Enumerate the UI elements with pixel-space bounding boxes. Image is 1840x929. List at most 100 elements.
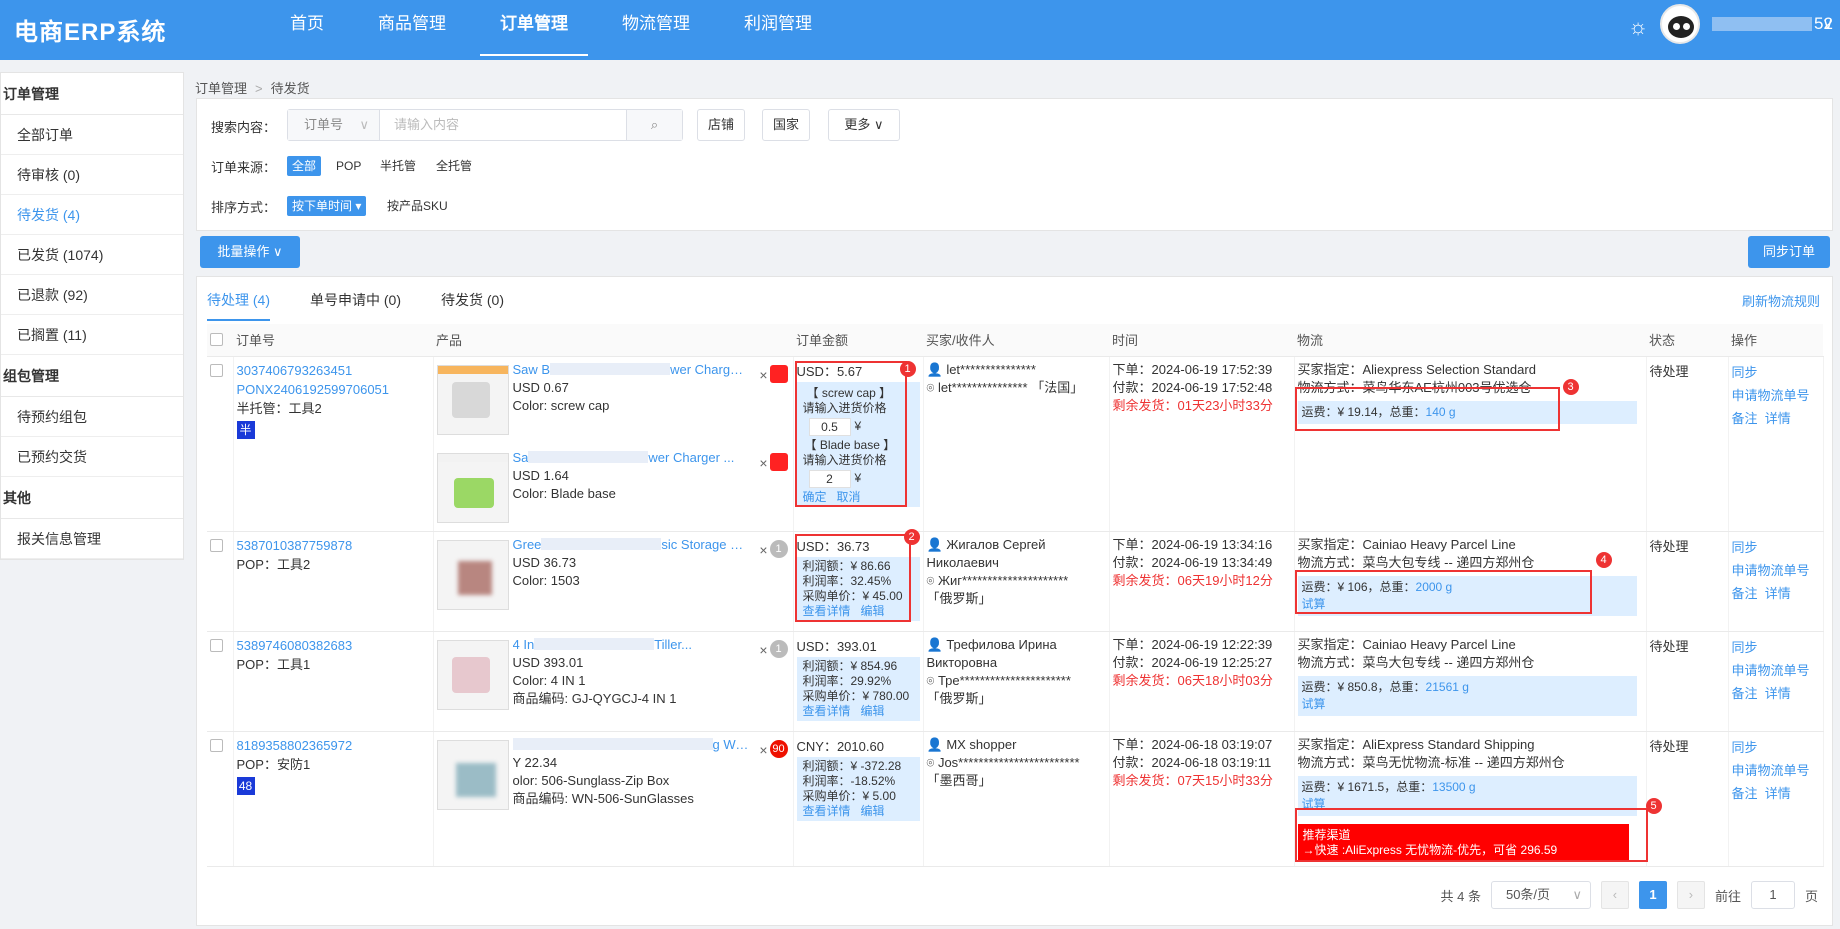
goto-page-input[interactable]: 1 (1750, 881, 1795, 909)
user-name[interactable]: 52 (1712, 14, 1833, 34)
detail-link[interactable]: 详情 (1765, 786, 1791, 801)
note-link[interactable]: 备注 (1732, 786, 1758, 801)
sort-by-time[interactable]: 按下单时间 ▾ (287, 196, 367, 216)
refresh-logistics-rules-link[interactable]: 刷新物流规则 (1742, 291, 1820, 310)
sidebar-item-pending-ship[interactable]: 待发货 (4) (1, 195, 183, 235)
product-attr: Color: 4 IN 1 (512, 672, 586, 688)
profit-box: 利润额：¥ -372.28 利润率：-18.52% 采购单价：¥ 5.00 查看… (796, 756, 920, 821)
order-status: 待处理 (1646, 531, 1729, 632)
edit-link[interactable]: 编辑 (861, 704, 885, 718)
note-link[interactable]: 备注 (1732, 686, 1758, 701)
remaining-ship-time: 剩余发货：01天23小时33分 (1112, 397, 1273, 413)
nav-logistics[interactable]: 物流管理 (602, 0, 710, 56)
tab-applying[interactable]: 单号申请中 (0) (310, 291, 401, 321)
product-title-link[interactable]: Saw Bwer Charger ... (513, 361, 750, 379)
search-field-select[interactable]: 订单号 ∨ (288, 110, 380, 140)
sidebar-item-all-orders[interactable]: 全部订单 (1, 115, 183, 155)
nav-products[interactable]: 商品管理 (358, 0, 466, 56)
row-checkbox[interactable] (210, 638, 223, 652)
source-tag-all[interactable]: 全部 (287, 156, 322, 176)
remove-product-icon[interactable]: × (759, 455, 767, 471)
source-label: 订单来源： (211, 160, 277, 175)
sync-order-link[interactable]: 同步 (1732, 536, 1820, 559)
current-page-button[interactable]: 1 (1638, 881, 1667, 909)
order-number-link[interactable]: 5389746080382683 (237, 636, 430, 655)
tab-to-ship[interactable]: 待发货 (0) (441, 291, 504, 321)
sync-order-link[interactable]: 同步 (1732, 361, 1820, 384)
order-number-link[interactable]: 5387010387759878 (237, 536, 430, 555)
apply-tracking-link[interactable]: 申请物流单号 (1732, 659, 1820, 682)
edit-link[interactable]: 编辑 (861, 804, 885, 818)
remove-product-icon[interactable]: × (759, 367, 767, 383)
country-filter-button[interactable]: 国家 (762, 109, 810, 141)
order-number-link[interactable]: 3037406793263451 (237, 361, 430, 380)
select-all-checkbox[interactable] (207, 324, 233, 357)
goto-label: 前往 (1714, 888, 1741, 904)
sidebar-item-refunded[interactable]: 已退款 (92) (1, 275, 183, 315)
product-title-link[interactable]: g Weldi... (512, 736, 750, 754)
search-input[interactable]: 请输入内容 (380, 110, 626, 140)
note-link[interactable]: 备注 (1732, 586, 1758, 601)
sidebar-group-orders: 订单管理 (1, 73, 183, 115)
remove-product-icon[interactable]: × (759, 742, 767, 758)
page-unit-label: 页 (1804, 888, 1818, 904)
apply-tracking-link[interactable]: 申请物流单号 (1732, 759, 1820, 782)
remove-product-icon[interactable]: × (759, 542, 767, 558)
sidebar-item-customs[interactable]: 报关信息管理 (1, 519, 183, 559)
user-menu-caret-icon[interactable]: ∨ (1822, 14, 1834, 34)
trial-calc-link[interactable]: 试算 (1302, 697, 1326, 711)
prev-page-button[interactable]: ‹ (1600, 881, 1629, 909)
page-size-select[interactable]: 50条/页 ∨ (1490, 881, 1591, 909)
next-page-button[interactable]: › (1676, 881, 1705, 909)
search-icon[interactable]: ⌕ (626, 110, 682, 140)
detail-link[interactable]: 详情 (1765, 586, 1791, 601)
sort-by-sku[interactable]: 按产品SKU (382, 196, 453, 216)
product-title-link[interactable]: 4 In Tiller... (513, 636, 750, 654)
apply-tracking-link[interactable]: 申请物流单号 (1732, 559, 1820, 582)
nav-profit[interactable]: 利润管理 (724, 0, 832, 56)
sidebar-item-on-hold[interactable]: 已搁置 (11) (1, 315, 183, 355)
nav-home[interactable]: 首页 (270, 0, 344, 56)
header-order-no: 订单号 (233, 324, 433, 357)
sort-label: 排序方式： (211, 200, 277, 215)
product-title-link[interactable]: Gree sic Storage B... (513, 536, 750, 554)
theme-sun-icon[interactable]: ☼ (1628, 14, 1648, 40)
more-filter-button[interactable]: 更多 ∨ (828, 109, 900, 141)
view-detail-link[interactable]: 查看详情 (803, 704, 851, 718)
row-checkbox[interactable] (210, 738, 223, 752)
source-tag-semi[interactable]: 半托管 (375, 156, 421, 176)
bulk-actions-button[interactable]: 批量操作 ∨ (200, 236, 300, 268)
sync-order-link[interactable]: 同步 (1732, 636, 1820, 659)
sidebar-item-shipped[interactable]: 已发货 (1074) (1, 235, 183, 275)
view-detail-link[interactable]: 查看详情 (803, 804, 851, 818)
weight-link[interactable]: 21561 g (1426, 680, 1469, 694)
row-checkbox[interactable] (210, 538, 223, 552)
receiver-country: 「俄罗斯」 (926, 590, 992, 606)
source-tag-full[interactable]: 全托管 (431, 156, 477, 176)
sync-orders-button[interactable]: 同步订单 (1748, 236, 1830, 268)
apply-tracking-link[interactable]: 申请物流单号 (1732, 384, 1820, 407)
remove-product-icon[interactable]: × (759, 642, 767, 658)
detail-link[interactable]: 详情 (1765, 686, 1791, 701)
sync-order-link[interactable]: 同步 (1732, 736, 1820, 759)
logistics-method: 物流方式：菜鸟大包专线 -- 递四方郑州仓 (1297, 654, 1535, 670)
row-checkbox[interactable] (210, 363, 223, 377)
weight-link[interactable]: 13500 g (1432, 780, 1475, 794)
product-attr: olor: 506-Sunglass-Zip Box (512, 772, 670, 788)
table-row: 8189358802365972 POP：安防1 48 g Weldi... Y… (207, 731, 1824, 867)
user-avatar[interactable] (1660, 4, 1700, 44)
source-tag-pop[interactable]: POP (331, 156, 366, 176)
order-number-secondary[interactable]: PONX2406192599706051 (237, 380, 430, 399)
sidebar-item-booked-delivery[interactable]: 已预约交货 (1, 437, 183, 477)
detail-link[interactable]: 详情 (1765, 411, 1791, 426)
nav-orders[interactable]: 订单管理 (480, 0, 588, 56)
note-link[interactable]: 备注 (1732, 411, 1758, 426)
sidebar-item-pending-package[interactable]: 待预约组包 (1, 397, 183, 437)
sidebar-item-pending-review[interactable]: 待审核 (0) (1, 155, 183, 195)
order-number-link[interactable]: 8189358802365972 (237, 736, 430, 755)
store-filter-button[interactable]: 店铺 (697, 109, 745, 141)
breadcrumb-root[interactable]: 订单管理 (195, 81, 247, 96)
freight-box: 运费：¥ 850.8，总重：21561 g 试算 (1297, 675, 1637, 716)
product-title-link[interactable]: Sa wer Charger ... (513, 449, 750, 467)
tab-pending[interactable]: 待处理 (4) (207, 291, 270, 321)
